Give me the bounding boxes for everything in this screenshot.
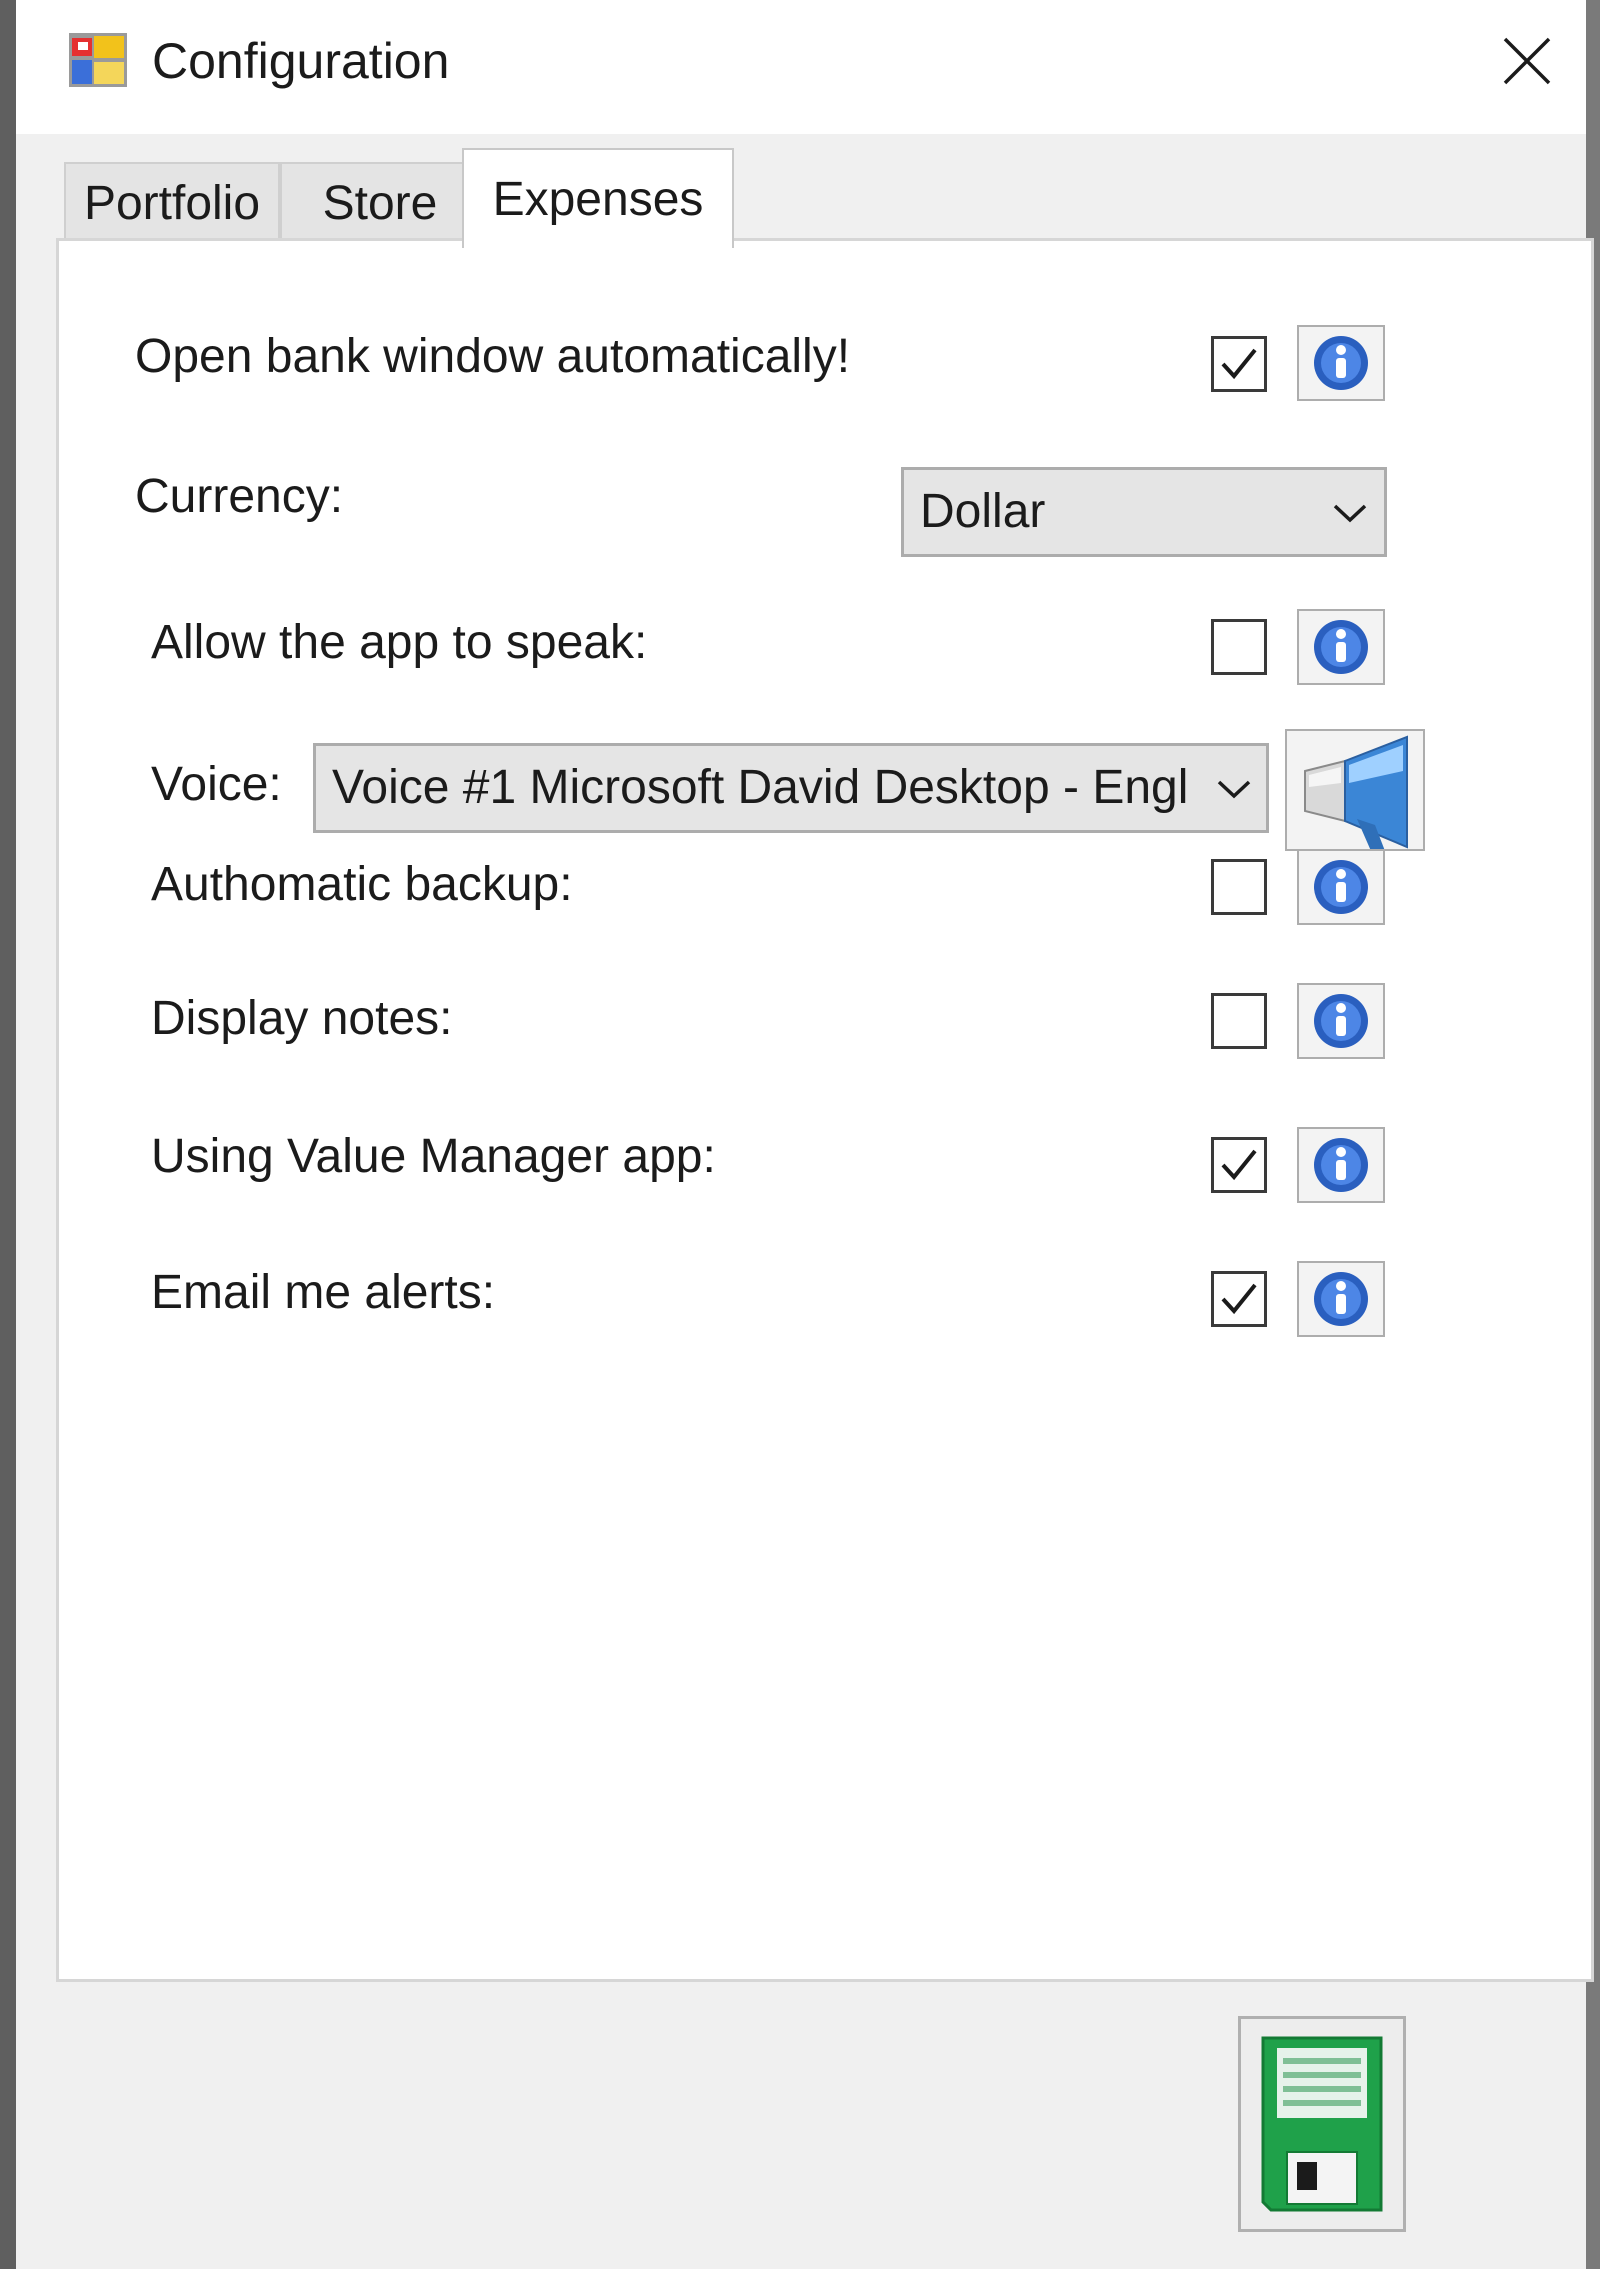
voice-label: Voice:: [151, 758, 282, 811]
info-icon: [1314, 1138, 1368, 1192]
display-notes-info-button[interactable]: [1297, 983, 1385, 1059]
display-notes-checkbox[interactable]: [1211, 993, 1267, 1049]
info-icon: [1314, 620, 1368, 674]
tab-expenses-label: Expenses: [492, 172, 704, 226]
info-icon: [1314, 1272, 1368, 1326]
currency-label: Currency:: [135, 470, 344, 523]
tab-expenses[interactable]: Expenses: [462, 148, 734, 248]
allow-speak-checkbox[interactable]: [1211, 619, 1267, 675]
window-title: Configuration: [152, 33, 450, 89]
voice-select[interactable]: Voice #1 Microsoft David Desktop - Engli…: [313, 743, 1269, 833]
floppy-disk-icon: [1261, 2036, 1383, 2212]
screen: Configuration Portfolio Store Expenses O…: [0, 0, 1600, 2269]
info-icon: [1314, 336, 1368, 390]
tab-store[interactable]: Store: [280, 162, 480, 242]
auto-backup-checkbox[interactable]: [1211, 859, 1267, 915]
currency-select[interactable]: Dollar: [901, 467, 1387, 557]
email-alerts-info-button[interactable]: [1297, 1261, 1385, 1337]
allow-speak-info-button[interactable]: [1297, 609, 1385, 685]
close-button[interactable]: [1484, 20, 1570, 106]
open-bank-checkbox[interactable]: [1211, 336, 1267, 392]
info-icon: [1314, 994, 1368, 1048]
value-manager-info-button[interactable]: [1297, 1127, 1385, 1203]
title-bar: Configuration: [16, 0, 1586, 134]
tab-portfolio-label: Portfolio: [83, 176, 261, 230]
configuration-dialog: Configuration Portfolio Store Expenses O…: [16, 0, 1594, 2269]
app-window-icon: [68, 32, 128, 88]
email-alerts-label: Email me alerts:: [151, 1266, 496, 1319]
auto-backup-info-button[interactable]: [1297, 849, 1385, 925]
save-button[interactable]: [1238, 2016, 1406, 2232]
expenses-tab-page: Open bank window automatically! Currency…: [56, 238, 1594, 1982]
tab-store-label: Store: [322, 176, 438, 230]
checkmark-icon: [1221, 348, 1257, 380]
currency-selected-value: Dollar: [920, 485, 1046, 538]
allow-speak-label: Allow the app to speak:: [151, 616, 648, 669]
value-manager-label: Using Value Manager app:: [151, 1130, 716, 1183]
display-notes-label: Display notes:: [151, 992, 453, 1045]
open-bank-info-button[interactable]: [1297, 325, 1385, 401]
megaphone-icon: [1304, 735, 1408, 849]
window-border-left: [0, 0, 16, 2269]
info-icon: [1314, 860, 1368, 914]
tab-strip: Portfolio Store Expenses: [16, 134, 1586, 248]
open-bank-label: Open bank window automatically!: [135, 330, 851, 383]
auto-backup-label: Authomatic backup:: [151, 858, 573, 911]
chevron-down-icon: [1333, 504, 1367, 523]
email-alerts-checkbox[interactable]: [1211, 1271, 1267, 1327]
checkmark-icon: [1221, 1283, 1257, 1315]
value-manager-checkbox[interactable]: [1211, 1137, 1267, 1193]
chevron-down-icon: [1217, 780, 1251, 799]
checkmark-icon: [1221, 1149, 1257, 1181]
test-voice-button[interactable]: [1285, 729, 1425, 851]
close-icon: [1502, 36, 1552, 91]
tab-portfolio[interactable]: Portfolio: [64, 162, 280, 242]
voice-selected-value: Voice #1 Microsoft David Desktop - Engli…: [332, 761, 1190, 814]
